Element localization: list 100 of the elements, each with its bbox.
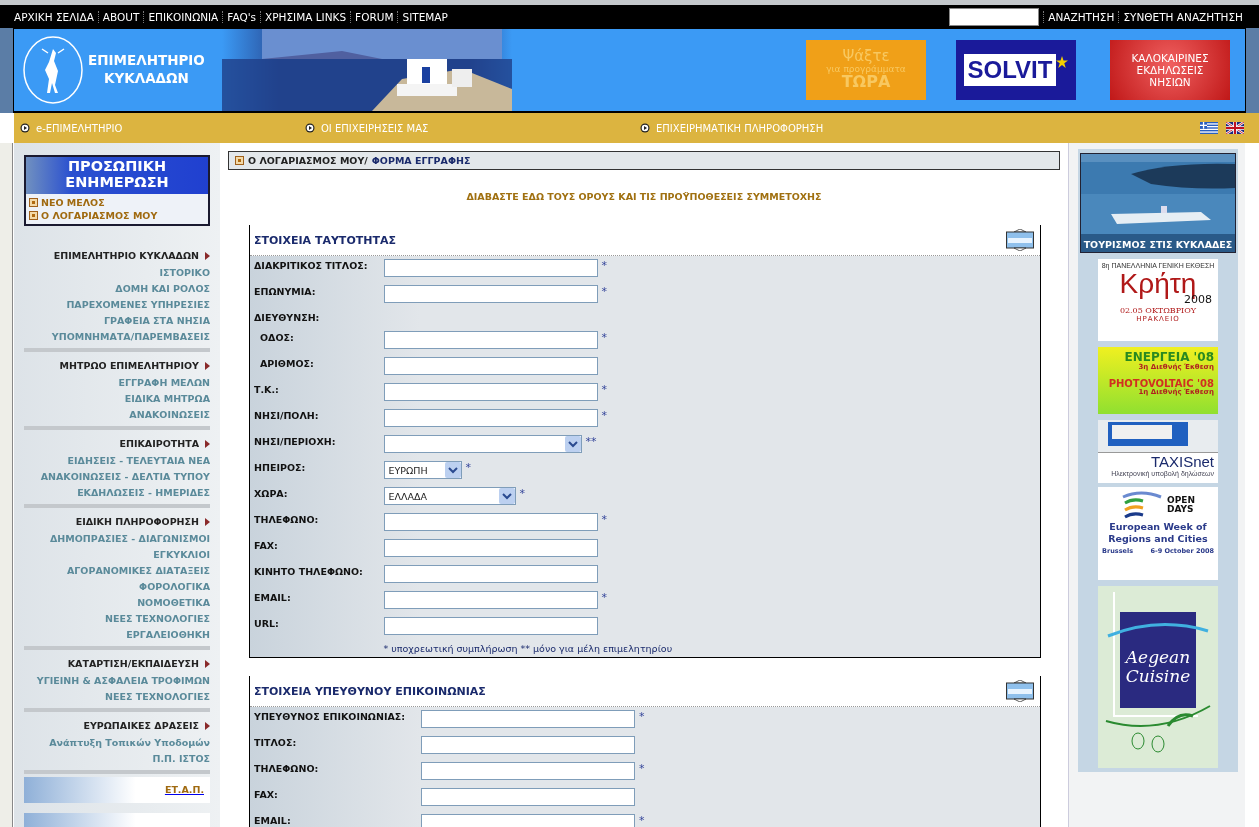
banner-text: ΝΗΣΙΩΝ [1149, 76, 1191, 89]
sidebar-link[interactable]: Ο ΛΟΓΑΡΙΑΣΜΟΣ ΜΟΥ [26, 208, 161, 222]
banner-text: ΤΩΡΑ [841, 74, 891, 91]
field-label: Τ.Κ.: [254, 383, 280, 397]
field-label: ΤΙΤΛΟΣ: [254, 736, 298, 750]
ad-text: OPEN [1167, 495, 1195, 505]
top-menu-link[interactable]: ΧΡΗΣΙΜΑ LINKS [260, 10, 351, 23]
field-label: ΑΡΙΘΜΟΣ: [259, 357, 315, 371]
top-menu-link[interactable]: ΕΠΙΚΟΙΝΩΝΙΑ [143, 10, 223, 23]
ad-text: DAYS [1167, 504, 1195, 514]
tourism-banner[interactable]: ΤΟΥΡΙΣΜΟΣ ΣΤΙΣ ΚΥΚΛΑΔΕΣ [1080, 153, 1236, 253]
required-mark: * [639, 710, 645, 724]
sidebar-link[interactable]: ΝΕΕΣ ΤΕΧΝΟΛΟΓΙΕΣ [104, 610, 210, 627]
required-mark: * [639, 814, 645, 827]
sidebar-link[interactable]: ΝΟΜΟΘΕΤΙΚΑ [137, 594, 210, 611]
search-link[interactable]: ΑΝΑΖΗΤΗΣΗ [1043, 10, 1119, 23]
sidebar-banner[interactable]: ΕΤ.Α.Π. [24, 776, 210, 803]
solvit-banner[interactable]: SOLVIT [956, 40, 1076, 100]
sidebar-link[interactable]: ΥΠΟΜΝΗΜΑΤΑ/ΠΑΡΕΜΒΑΣΕΙΣ [51, 328, 210, 345]
ad-caption: ΤΟΥΡΙΣΜΟΣ ΣΤΙΣ ΚΥΚΛΑΔΕΣ [1082, 239, 1234, 250]
top-menu-link[interactable]: FAQ's [222, 10, 260, 23]
top-menu-link[interactable]: ABOUT [97, 10, 144, 23]
aegean-cuisine-ad[interactable]: Aegean Cuisine [1098, 586, 1218, 768]
ad-text: TAXISnet [1150, 452, 1214, 470]
required-mark: * [601, 513, 608, 527]
field-label: ΔΙΑΚΡΙΤΙΚΟΣ ΤΙΤΛΟΣ: [254, 259, 368, 273]
field-label: FAX: [254, 788, 279, 802]
required-mark: * [601, 409, 608, 423]
field-label: ΥΠΕΥΘΥΝΟΣ ΕΠΙΚΟΙΝΩΝΙΑΣ: [254, 710, 406, 724]
sidebar-link[interactable]: ΙΣΤΟΡΙΚΟ [159, 264, 210, 281]
banner-text: ΚΑΛΟΚΑΙΡΙΝΕΣ [1131, 51, 1209, 64]
site-logo-text: ΕΠΙΜΕΛΗΤΗΡΙΟ ΚΥΚΛΑΔΩΝ [88, 52, 205, 88]
sidebar-link[interactable]: ΕΓΓΡΑΦΗ ΜΕΛΩΝ [118, 374, 210, 391]
required-mark: * [519, 487, 526, 501]
ad-text: European Week of Regions and Cities [1107, 520, 1209, 547]
sidebar-link[interactable]: ΕΡΓΑΛΕΙΟΘΗΚΗ [126, 626, 210, 643]
top-menu-link[interactable]: ΑΡΧΙΚΗ ΣΕΛΙΔΑ [14, 10, 98, 23]
field-label: ΤΗΛΕΦΩΝΟ: [254, 762, 320, 776]
sidebar-link[interactable]: ΝΕΟ ΜΕΛΟΣ [26, 195, 108, 209]
sidebar-link[interactable]: ΕΙΔΙΚΑ ΜΗΤΡΩΑ [124, 390, 210, 407]
sidebar-link[interactable]: ΕΚΔΗΛΩΣΕΙΣ - ΗΜΕΡΙΔΕΣ [77, 484, 210, 501]
section-title: ΣΤΟΙΧΕΙΑ ΤΑΥΤΟΤΗΤΑΣ [254, 233, 396, 247]
sidebar-link[interactable]: ΔΟΜΗ ΚΑΙ ΡΟΛΟΣ [115, 280, 210, 297]
sidebar-link[interactable]: ΓΡΑΦΕΙΑ ΣΤΑ ΝΗΣΙΑ [103, 312, 210, 329]
banner-text: SOLVIT [963, 54, 1057, 86]
ad-text: ΕΝΕΡΓΕΙΑ '08 [1124, 350, 1214, 364]
field-label: URL: [254, 617, 280, 631]
dropdown[interactable]: ΕΛΛΑΔΑ [383, 487, 516, 505]
field-label: FAX: [254, 539, 279, 553]
breadcrumb-current[interactable]: ΦΟΡΜΑ ΕΓΓΡΑΦΗΣ [371, 155, 471, 166]
sidebar-link[interactable]: ΕΓΚΥΚΛΙΟΙ [153, 546, 210, 563]
ad-text: 02.05 ΟΚΤΩΒΡΙΟΥ [1119, 307, 1197, 315]
top-menu-link[interactable]: FORUM [350, 10, 398, 23]
required-mark: * [601, 591, 608, 605]
ad-text: Cuisine [1125, 667, 1191, 686]
events-banner[interactable]: ΚΑΛΟΚΑΙΡΙΝΕΣ ΕΚΔΗΛΩΣΕΙΣ ΝΗΣΙΩΝ [1110, 40, 1230, 100]
sidebar-heading[interactable]: ΕΥΡΩΠΑΙΚΕΣ ΔΡΑΣΕΙΣ [83, 716, 210, 735]
sidebar-link[interactable]: ΠΑΡΕΧΟΜΕΝΕΣ ΥΠΗΡΕΣΙΕΣ [66, 296, 210, 313]
field-label: ΝΗΣΙ/ΠΟΛΗ: [254, 409, 320, 423]
sidebar-link[interactable]: ΑΝΑΚΟΙΝΩΣΕΙΣ [129, 406, 210, 423]
sidebar-heading[interactable]: ΚΑΤΑΡΤΙΣΗ/ΕΚΠΑΙΔΕΥΣΗ [67, 654, 210, 673]
sidebar-link[interactable]: Ανάπτυξη Τοπικών Υποδομών [49, 734, 210, 751]
field-label: ΤΗΛΕΦΩΝΟ: [254, 513, 320, 527]
field-label: ΟΔΟΣ: [259, 331, 295, 345]
banner-text: Ψάξτε [842, 49, 890, 65]
banner-text: ΕΚΔΗΛΩΣΕΙΣ [1136, 63, 1204, 77]
sidebar-link[interactable]: ΑΓΟΡΑΝΟΜΙΚΕΣ ΔΙΑΤΑΞΕΙΣ [66, 562, 210, 579]
sidebar-link[interactable]: ΕΙΔΗΣΕΙΣ - ΤΕΛΕΥΤΑΙΑ ΝΕΑ [67, 452, 210, 469]
terms-link[interactable]: ΔΙΑΒΑΣΤΕ ΕΔΩ ΤΟΥΣ ΟΡΟΥΣ ΚΑΙ ΤΙΣ ΠΡΟΫΠΟΘΕΣΕΙΣ ΣΥΜΜΕΤΟΧΗΣ [466, 191, 822, 202]
sidebar-link[interactable]: ΑΝΑΚΟΙΝΩΣΕΙΣ - ΔΕΛΤΙΑ ΤΥΠΟΥ [40, 468, 210, 485]
sidebar-heading[interactable]: ΕΠΙΚΑΙΡΟΤΗΤΑ [119, 434, 210, 453]
field-label: ΝΗΣΙ/ΠΕΡΙΟΧΗ: [254, 435, 337, 449]
required-mark: * [465, 461, 472, 475]
ad-text: PHOTOVOLTAIC '08 [1108, 377, 1214, 389]
required-mark: * [601, 285, 608, 299]
sidebar-heading[interactable]: ΕΙΔΙΚΗ ΠΛΗΡΟΦΟΡΗΣΗ [75, 512, 210, 531]
sidebar-link[interactable]: ΦΟΡΟΛΟΓΙΚΑ [139, 578, 210, 595]
sidebar-heading[interactable]: ΜΗΤΡΩΟ ΕΠΙΜΕΛΗΤΗΡΙΟΥ [59, 356, 210, 375]
required-mark: * [639, 762, 645, 776]
field-label: EMAIL: [254, 814, 292, 827]
field-label: ΧΩΡΑ: [254, 487, 289, 501]
sidebar-heading[interactable]: ΕΠΙΜΕΛΗΤΗΡΙΟ ΚΥΚΛΑΔΩΝ [53, 246, 210, 265]
form-footnote: * υποχρεωτική συμπλήρωση ** μόνο για μέλη επιμελητηρίου [383, 643, 673, 655]
breadcrumb-link[interactable]: Ο ΛΟΓΑΡΙΑΣΜΟΣ ΜΟΥ/ [248, 155, 368, 166]
required-mark: ** [585, 435, 597, 449]
required-mark: * [601, 383, 608, 397]
dropdown[interactable]: ΕΥΡΩΠΗ [383, 461, 462, 479]
ad-text: Aegean [1125, 648, 1191, 668]
required-mark: * [601, 331, 608, 345]
personal-update-title: ΠΡΟΣΩΠΙΚΗ ΕΝΗΜΕΡΩΣΗ [26, 157, 208, 194]
sidebar-link[interactable]: ΥΓΙΕΙΝΗ & ΑΣΦΑΛΕΙΑ ΤΡΟΦΙΜΩΝ [36, 672, 210, 689]
field-label: ΚΙΝΗΤΟ ΤΗΛΕΦΩΝΟ: [254, 565, 364, 579]
section-title: ΣΤΟΙΧΕΙΑ ΥΠΕΥΘΥΝΟΥ ΕΠΙΚΟΙΝΩΝΙΑΣ [254, 684, 486, 698]
sidebar-link[interactable]: ΝΕΕΣ ΤΕΧΝΟΛΟΓΙΕΣ [104, 688, 210, 705]
sidebar-link[interactable]: Π.Π. ΙΣΤΟΣ [152, 750, 210, 767]
search-link[interactable]: ΣΥΝΘΕΤΗ ΑΝΑΖΗΤΗΣΗ [1118, 10, 1247, 23]
banner-text: για προγράμματα [826, 64, 906, 75]
top-menu-link[interactable]: SITEMAP [397, 10, 452, 23]
field-label: EMAIL: [254, 591, 292, 605]
sidebar-link[interactable]: ΔΗΜΟΠΡΑΣΙΕΣ - ΔΙΑΓΩΝΙΣΜΟΙ [49, 530, 210, 547]
